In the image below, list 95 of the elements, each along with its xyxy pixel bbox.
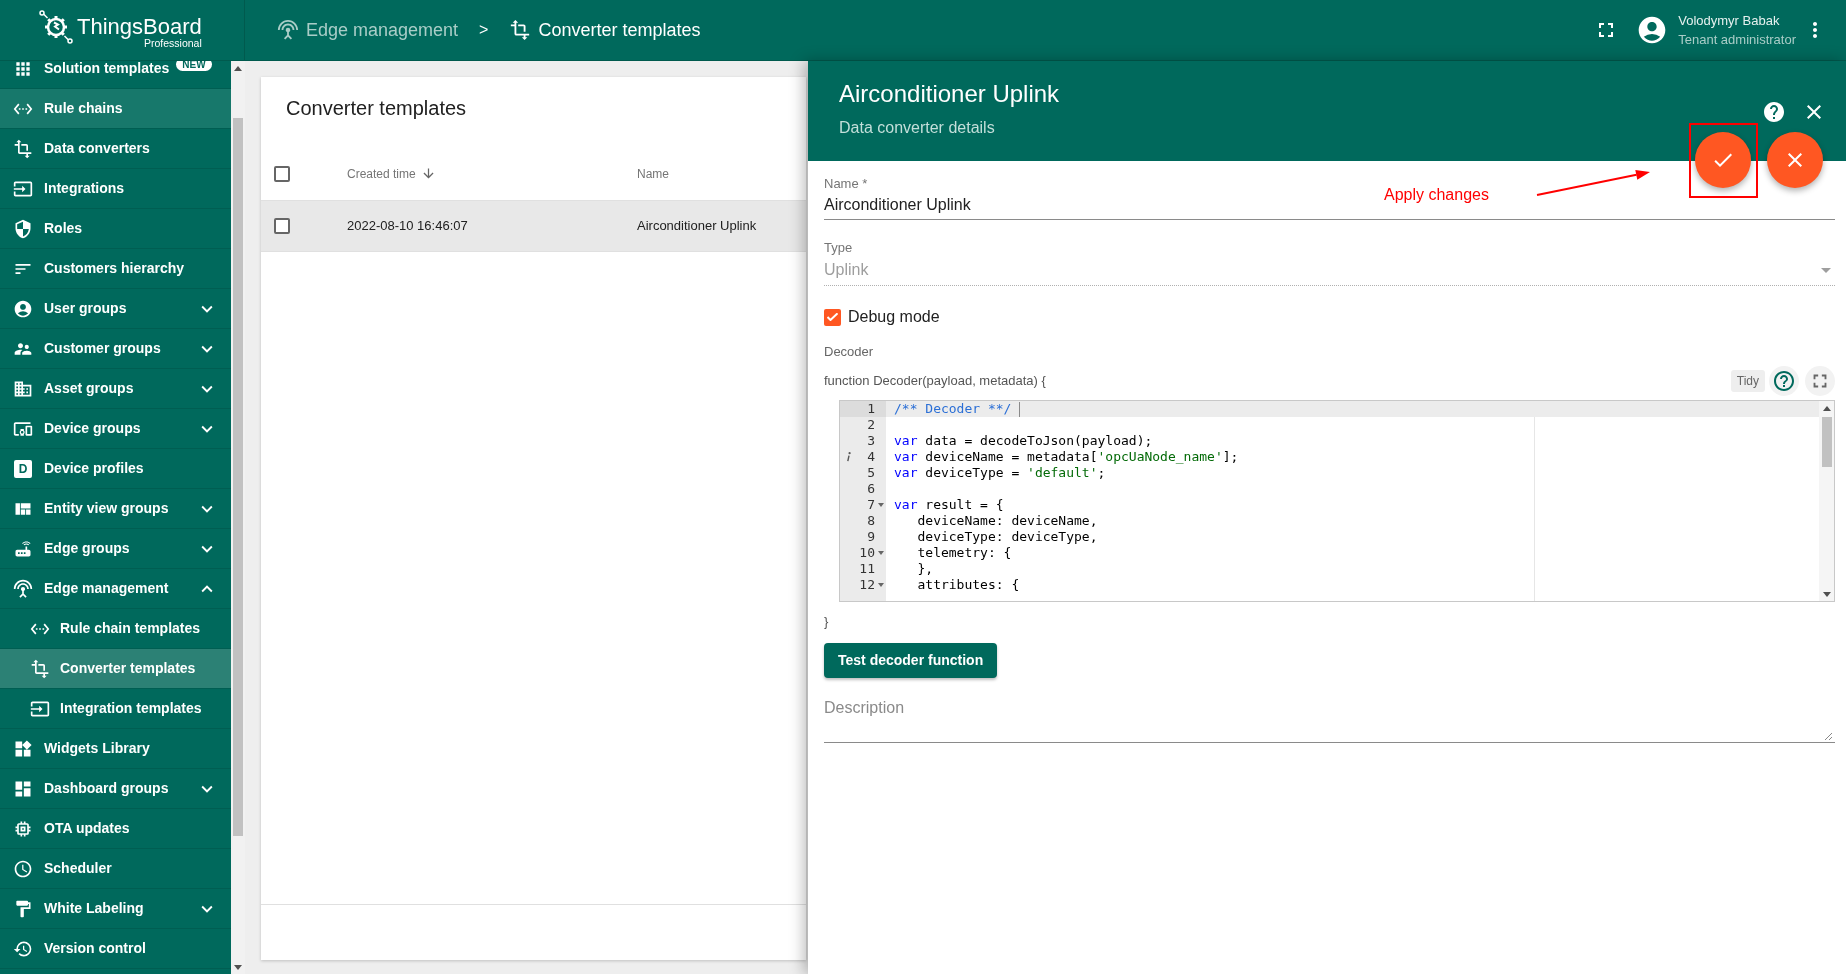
widgets-icon	[13, 738, 33, 759]
fold-arrow-icon[interactable]	[877, 551, 884, 555]
sidebar-item[interactable]: Converter templates	[0, 649, 231, 689]
code-line: deviceName: deviceName,	[916, 513, 1098, 529]
panel-title: Airconditioner Uplink	[839, 80, 1060, 108]
help-button[interactable]	[1769, 366, 1799, 396]
code-line: attributes: {	[916, 577, 1020, 593]
code-line: deviceType: deviceType,	[916, 529, 1098, 545]
panel-subtitle: Data converter details	[839, 118, 995, 138]
scroll-up-arrow-icon[interactable]	[234, 66, 242, 71]
select-all-checkbox[interactable]	[274, 165, 290, 182]
resize-handle-icon[interactable]	[1824, 732, 1832, 740]
line-number: 4	[866, 449, 875, 465]
code-closing-brace: }	[824, 614, 829, 630]
line-number: 6	[866, 481, 875, 497]
line-number: 10	[858, 545, 875, 561]
code-line: },	[916, 561, 934, 577]
breadcrumb-item[interactable]: Edge management	[277, 16, 459, 44]
scroll-down-arrow-icon[interactable]	[1822, 592, 1831, 597]
dropdown-caret-icon	[1821, 267, 1831, 273]
column-header[interactable]: Name	[637, 164, 669, 183]
letter-tile-icon: D	[14, 459, 32, 478]
test-decoder-button[interactable]: Test decoder function	[824, 643, 998, 678]
help-icon[interactable]	[1762, 100, 1786, 124]
line-number: 3	[866, 433, 875, 449]
cog-logo-icon	[39, 10, 73, 44]
crop-icon	[30, 658, 50, 679]
sidebar-item[interactable]: Roles	[0, 209, 231, 249]
sidebar-item[interactable]: Widgets Library	[0, 729, 231, 769]
code-line: var deviceName = metadata['opcUaNode_name'];	[894, 449, 1239, 465]
fold-arrow-icon[interactable]	[877, 503, 884, 507]
edition-label: Professional	[143, 38, 202, 49]
code-line: telemetry: {	[916, 545, 1012, 561]
code-line: var data = decodeToJson(payload);	[894, 433, 1153, 449]
table-cell-text: 2022-08-10 16:46:07	[347, 217, 468, 236]
new-badge: NEW	[176, 61, 212, 71]
callout-label: Apply changes	[1384, 185, 1489, 205]
checkbox-label[interactable]: Debug mode	[848, 308, 940, 326]
sidebar-item[interactable]: Asset groups	[0, 369, 231, 409]
line-number: 9	[866, 529, 875, 545]
sidebar-item[interactable]: White Labeling	[0, 889, 231, 929]
text-cursor	[1019, 401, 1021, 417]
sidebar-item[interactable]: Dashboard groups	[0, 769, 231, 809]
debug-mode-checkbox[interactable]	[824, 308, 841, 326]
description-field[interactable]: Description	[824, 690, 1835, 743]
user-role: Tenant administrator	[1678, 31, 1796, 48]
tidy-button[interactable]: Tidy	[1730, 370, 1765, 392]
table-row[interactable]: 2022-08-10 16:46:07 Airconditioner Uplink	[261, 201, 806, 252]
fullscreen-button[interactable]	[1805, 366, 1835, 396]
antenna-icon	[277, 19, 299, 41]
section-label: Decoder	[824, 344, 874, 360]
scroll-down-arrow-icon[interactable]	[234, 965, 242, 970]
paint-roller-icon	[13, 898, 33, 919]
field-label: Name *	[824, 176, 868, 192]
line-number: 2	[866, 417, 875, 433]
line-number: 8	[866, 513, 875, 529]
code-line: var result = {	[894, 497, 1004, 513]
column-header[interactable]: Created time	[347, 164, 436, 183]
user-name: Volodymyr Babak	[1678, 12, 1781, 29]
sidebar-item[interactable]: D Device profiles	[0, 449, 231, 489]
sidebar-item[interactable]: Device groups	[0, 409, 231, 449]
tick-icon	[827, 313, 838, 321]
sidebar-item[interactable]: Rule chains	[0, 89, 231, 129]
cancel-button[interactable]	[1767, 132, 1823, 188]
scrollbar[interactable]	[1819, 401, 1834, 601]
scrollbar-thumb[interactable]	[233, 118, 243, 836]
scrollbar-thumb[interactable]	[1821, 417, 1832, 467]
apply-button[interactable]	[1695, 132, 1751, 188]
crop-icon	[509, 19, 532, 41]
help-icon	[1772, 369, 1796, 393]
row-checkbox[interactable]	[274, 218, 290, 234]
code-line: /** Decoder **/	[894, 401, 1012, 417]
line-number: 1	[866, 401, 875, 417]
line-number: 11	[858, 561, 875, 577]
card-title: Converter templates	[286, 97, 467, 121]
sidebar-item[interactable]: User groups	[0, 289, 231, 329]
clock-icon	[13, 858, 33, 879]
field-label: Type	[824, 240, 853, 256]
breadcrumb-item: Converter templates	[509, 16, 701, 44]
line-number: 7	[866, 497, 875, 513]
code-line: var deviceType = 'default';	[894, 465, 1106, 481]
line-number: 5	[866, 465, 875, 481]
brand-name: ThingsBoard	[77, 16, 202, 38]
breadcrumb-separator: >	[479, 20, 489, 40]
sidebar-item[interactable]: Edge management	[0, 569, 231, 609]
line-number: 12	[858, 577, 875, 593]
grid-icon	[13, 61, 33, 79]
shield-icon	[13, 218, 33, 239]
table-cell-text: Airconditioner Uplink	[637, 217, 757, 236]
antenna-icon	[13, 578, 33, 599]
function-signature: function Decoder(payload, metadata) {	[824, 373, 1046, 389]
fold-arrow-icon[interactable]	[877, 583, 884, 587]
scroll-up-arrow-icon[interactable]	[1822, 406, 1831, 411]
sidebar-item[interactable]: Entity view groups	[0, 489, 231, 529]
crop-icon	[13, 138, 33, 159]
